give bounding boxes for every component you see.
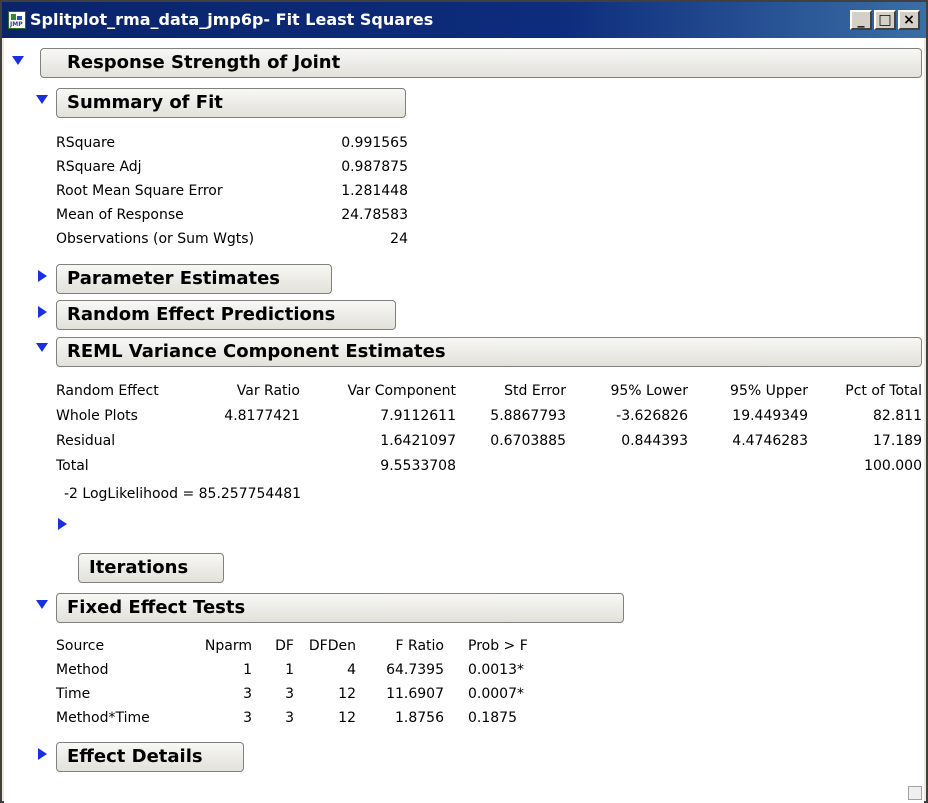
- response-outline-header[interactable]: Response Strength of Joint: [40, 48, 922, 78]
- reml-col-95-upper: 95% Upper: [730, 383, 808, 399]
- reml-cell: 0.844393: [621, 433, 688, 449]
- reml-col-std-error: Std Error: [504, 383, 566, 399]
- reml-col-random-effect: Random Effect: [56, 383, 159, 399]
- fixed-col-nparm: Nparm: [204, 638, 252, 654]
- summary-row-label: Mean of Response: [56, 207, 184, 223]
- disclosure-open-icon[interactable]: [12, 56, 24, 65]
- fixed-cell: 4: [347, 662, 356, 678]
- fixed-col-df: DF: [275, 638, 294, 654]
- fixed-cell: 3: [285, 686, 294, 702]
- reml-cell: 5.8867793: [490, 408, 566, 424]
- random-effect-predictions-header[interactable]: Random Effect Predictions: [56, 300, 396, 330]
- reml-col-var-ratio: Var Ratio: [236, 383, 300, 399]
- fixed-cell: Time: [56, 686, 91, 702]
- reml-cell: 82.811: [873, 408, 922, 424]
- reml-col-pct-of-total: Pct of Total: [845, 383, 922, 399]
- reml-cell: Whole Plots: [56, 408, 138, 424]
- reml-cell: 1.6421097: [380, 433, 456, 449]
- fixed-cell: 1.8756: [395, 710, 444, 726]
- effect-details-disclosure-icon[interactable]: [38, 748, 47, 760]
- fixed-col-prob-f: Prob > F: [468, 638, 528, 654]
- reml-cell: 0.6703885: [490, 433, 566, 449]
- reml-cell: 4.4746283: [732, 433, 808, 449]
- summary-row-label: Root Mean Square Error: [56, 183, 223, 199]
- reml-cell: 7.9112611: [380, 408, 456, 424]
- reml-cell: 17.189: [873, 433, 922, 449]
- fixed-cell: 3: [285, 710, 294, 726]
- fixed-cell: 0.0013*: [468, 662, 524, 678]
- reml-cell: 4.8177421: [224, 408, 300, 424]
- summary-of-fit-header[interactable]: Summary of Fit: [56, 88, 406, 118]
- fixed-cell: 1: [243, 662, 252, 678]
- reml-disclosure-icon[interactable]: [36, 343, 48, 352]
- fixed-cell: Method: [56, 662, 109, 678]
- fixed-cell: 3: [243, 686, 252, 702]
- reml-cell: -3.626826: [616, 408, 688, 424]
- iterations-header[interactable]: Iterations: [78, 553, 224, 583]
- reml-cell: 100.000: [864, 458, 922, 474]
- jmp-app-icon[interactable]: JMP: [8, 11, 26, 29]
- fixed-col-f-ratio: F Ratio: [395, 638, 444, 654]
- reml-cell: Residual: [56, 433, 116, 449]
- fixed-cell: 64.7395: [386, 662, 444, 678]
- fixed-cell: 0.1875: [468, 710, 517, 726]
- title-bar[interactable]: JMP Splitplot_rma_data_jmp6p- Fit Least …: [2, 2, 926, 38]
- summary-row-value: 0.987875: [341, 159, 408, 175]
- effect-details-header[interactable]: Effect Details: [56, 742, 244, 772]
- fit-least-squares-window: JMP Splitplot_rma_data_jmp6p- Fit Least …: [0, 0, 928, 803]
- summary-row-value: 24: [390, 231, 408, 247]
- fixed-cell: Method*Time: [56, 710, 150, 726]
- reml-header[interactable]: REML Variance Component Estimates: [56, 337, 922, 367]
- reml-col-var-component: Var Component: [347, 383, 456, 399]
- fixed-effect-tests-header[interactable]: Fixed Effect Tests: [56, 593, 624, 623]
- summary-row-label: RSquare: [56, 135, 116, 151]
- fixed-cell: 12: [338, 686, 356, 702]
- window-title: Splitplot_rma_data_jmp6p- Fit Least Squa…: [30, 10, 434, 29]
- reml-col-95-lower: 95% Lower: [610, 383, 688, 399]
- summary-row-value: 24.78583: [341, 207, 408, 223]
- summary-row-value: 1.281448: [341, 183, 408, 199]
- reml-cell: 19.449349: [732, 408, 808, 424]
- summary-row-label: Observations (or Sum Wgts): [56, 231, 255, 247]
- fixed-effect-tests-disclosure-icon[interactable]: [36, 600, 48, 609]
- fixed-cell: 11.6907: [386, 686, 444, 702]
- fixed-cell: 12: [338, 710, 356, 726]
- maximize-button[interactable]: □: [874, 10, 896, 30]
- fixed-cell: 1: [285, 662, 294, 678]
- reml-cell: Total: [56, 458, 89, 474]
- summary-row-value: 0.991565: [341, 135, 408, 151]
- fixed-col-source: Source: [56, 638, 105, 654]
- minimize-button[interactable]: _: [850, 10, 872, 30]
- fixed-cell: 3: [243, 710, 252, 726]
- summary-row-label: RSquare Adj: [56, 159, 142, 175]
- fixed-cell: 0.0007*: [468, 686, 524, 702]
- summary-of-fit-disclosure-icon[interactable]: [36, 95, 48, 104]
- parameter-estimates-header[interactable]: Parameter Estimates: [56, 264, 332, 294]
- app-icon-text: JMP: [10, 21, 23, 28]
- parameter-estimates-disclosure-icon[interactable]: [38, 270, 47, 282]
- fixed-col-dfden: DFDen: [308, 638, 356, 654]
- report-content: Response Strength of Joint Summary of Fi…: [4, 38, 924, 803]
- reml-cell: 9.5533708: [380, 458, 456, 474]
- log-likelihood-text: -2 LogLikelihood = 85.257754481: [64, 486, 302, 502]
- iterations-disclosure-icon[interactable]: [58, 518, 67, 530]
- random-effect-predictions-disclosure-icon[interactable]: [38, 306, 47, 318]
- close-button[interactable]: ×: [898, 10, 920, 30]
- resize-grip-icon[interactable]: [908, 786, 922, 800]
